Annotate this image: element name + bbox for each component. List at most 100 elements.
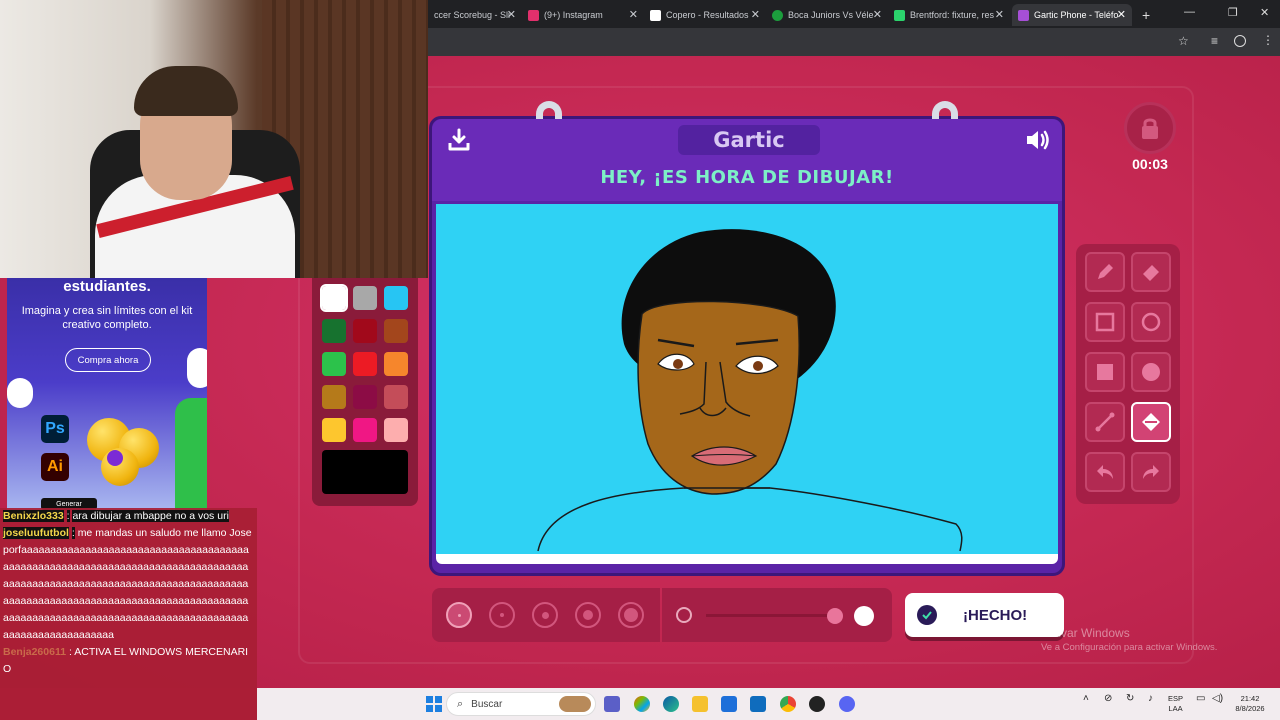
stream-chat: Benixzlo333 : ara dibujar a mbappe no a … xyxy=(0,508,257,720)
store-icon[interactable] xyxy=(721,696,737,712)
discord-icon[interactable] xyxy=(839,696,855,712)
windows-start-icon[interactable] xyxy=(426,696,442,712)
clock-time: 21:42 xyxy=(1240,694,1260,703)
maximize-icon[interactable]: ❐ xyxy=(1228,6,1238,19)
color-swatch[interactable] xyxy=(384,286,408,310)
close-icon[interactable]: ✕ xyxy=(751,8,760,21)
color-swatch[interactable] xyxy=(353,286,377,310)
close-icon[interactable]: ✕ xyxy=(1117,8,1126,21)
teams-icon[interactable] xyxy=(604,696,620,712)
done-button-label: ¡HECHO! xyxy=(963,606,1028,624)
opacity-slider-handle[interactable] xyxy=(827,608,843,624)
brush-size-3[interactable] xyxy=(532,602,558,628)
language-indicator[interactable]: ESP LAA xyxy=(1168,694,1183,714)
color-swatch[interactable] xyxy=(353,418,377,442)
new-tab-button[interactable]: + xyxy=(1136,4,1156,26)
tab-label: (9+) Instagram xyxy=(544,10,603,20)
color-swatch[interactable] xyxy=(384,352,408,376)
sound-icon[interactable] xyxy=(1024,127,1052,153)
ellipse-outline-icon xyxy=(1141,312,1161,332)
color-swatch[interactable] xyxy=(384,319,408,343)
color-swatch[interactable] xyxy=(353,385,377,409)
media-icon[interactable]: ≡ xyxy=(1211,34,1218,48)
brush-size-5[interactable] xyxy=(618,602,644,628)
clock[interactable]: 21:42 8/8/2026 xyxy=(1230,694,1270,714)
line-tool[interactable] xyxy=(1085,402,1125,442)
color-swatch[interactable] xyxy=(353,352,377,376)
rectangle-outline-tool[interactable] xyxy=(1085,302,1125,342)
ellipse-outline-tool[interactable] xyxy=(1131,302,1171,342)
color-swatch[interactable] xyxy=(353,319,377,343)
brush-size-1[interactable] xyxy=(446,602,472,628)
selected-color-swatch xyxy=(322,450,408,494)
timer: 00:03 xyxy=(1132,156,1168,172)
ellipse-filled-tool[interactable] xyxy=(1131,352,1171,392)
brush-size-2[interactable] xyxy=(489,602,515,628)
adobe-ad[interactable]: estudiantes. Imagina y crea sin límites … xyxy=(7,278,207,510)
undo-tool[interactable] xyxy=(1085,452,1125,492)
redo-tool[interactable] xyxy=(1131,452,1171,492)
browser-tab[interactable]: Boca Juniors Vs Véle ✕ xyxy=(766,4,888,26)
star-icon[interactable]: ☆ xyxy=(1178,34,1189,48)
microphone-icon[interactable]: ♪ xyxy=(1148,694,1153,704)
eraser-tool[interactable] xyxy=(1131,252,1171,292)
tab-label: Gartic Phone - Teléfo xyxy=(1034,10,1119,20)
menu-icon[interactable]: ⋮ xyxy=(1262,33,1274,47)
chevron-up-icon[interactable]: ˄ xyxy=(1083,694,1089,704)
color-swatch[interactable] xyxy=(384,418,408,442)
card-header: Gartic HEY, ¡ES HORA DE DIBUJAR! xyxy=(432,119,1062,201)
profile-icon[interactable] xyxy=(1234,35,1246,47)
ellipse-filled-icon xyxy=(1142,363,1160,381)
browser-tab[interactable]: (9+) Instagram ✕ xyxy=(522,4,644,26)
color-swatch[interactable] xyxy=(322,352,346,376)
opacity-slider[interactable] xyxy=(706,614,836,617)
volume-icon[interactable]: ◁) xyxy=(1212,694,1223,704)
close-icon[interactable]: ✕ xyxy=(629,8,638,21)
taskbar-search[interactable]: ⌕ Buscar xyxy=(446,692,596,716)
tool-panel xyxy=(1076,244,1180,504)
drawing-canvas[interactable] xyxy=(436,204,1058,554)
edge-icon[interactable] xyxy=(663,696,679,712)
fill-bucket-tool[interactable] xyxy=(1131,402,1171,442)
color-swatch[interactable] xyxy=(322,418,346,442)
search-highlight-icon xyxy=(559,696,591,712)
obs-icon[interactable] xyxy=(809,696,825,712)
ad-cta-button[interactable]: Compra ahora xyxy=(65,348,151,372)
tab-label: ccer Scorebug - Sli xyxy=(434,10,511,20)
webcam-hair xyxy=(134,66,238,116)
close-icon[interactable]: ✕ xyxy=(995,8,1004,21)
color-swatch[interactable] xyxy=(384,385,408,409)
lock-button[interactable] xyxy=(1124,102,1176,154)
color-swatch[interactable] xyxy=(322,385,346,409)
ad-cloud xyxy=(187,348,207,388)
opacity-panel xyxy=(662,588,892,642)
undo-icon xyxy=(1097,465,1113,479)
gartic-icon xyxy=(1018,9,1029,21)
tab-label: Copero - Resultados xyxy=(666,10,749,20)
display-icon[interactable]: ▭ xyxy=(1196,694,1205,704)
file-explorer-icon[interactable] xyxy=(692,696,708,712)
browser-tab[interactable]: Brentford: fixture, res ✕ xyxy=(888,4,1010,26)
close-icon[interactable]: ✕ xyxy=(507,8,516,21)
gartic-logo: Gartic xyxy=(678,125,820,155)
chrome-icon[interactable] xyxy=(780,696,796,712)
pencil-tool[interactable] xyxy=(1085,252,1125,292)
download-icon[interactable] xyxy=(446,127,472,153)
brush-size-4[interactable] xyxy=(575,602,601,628)
browser-tab[interactable]: Copero - Resultados ✕ xyxy=(644,4,766,26)
pencil-icon xyxy=(1098,264,1113,279)
network-off-icon[interactable]: ⊘ xyxy=(1104,694,1112,704)
draw-prompt: HEY, ¡ES HORA DE DIBUJAR! xyxy=(600,167,894,188)
minimize-icon[interactable]: — xyxy=(1184,6,1195,18)
close-icon[interactable]: ✕ xyxy=(873,8,882,21)
close-window-icon[interactable]: ✕ xyxy=(1260,6,1269,19)
color-swatch[interactable] xyxy=(322,319,346,343)
sync-icon[interactable]: ↻ xyxy=(1126,694,1134,704)
browser-tab-active[interactable]: Gartic Phone - Teléfo ✕ xyxy=(1012,4,1132,26)
clock-date: 8/8/2026 xyxy=(1235,704,1265,713)
color-swatch[interactable] xyxy=(320,284,348,312)
rectangle-filled-tool[interactable] xyxy=(1085,352,1125,392)
copilot-icon[interactable] xyxy=(634,696,650,712)
browser-tab[interactable]: ccer Scorebug - Sli ✕ xyxy=(428,4,522,26)
outlook-icon[interactable] xyxy=(750,696,766,712)
